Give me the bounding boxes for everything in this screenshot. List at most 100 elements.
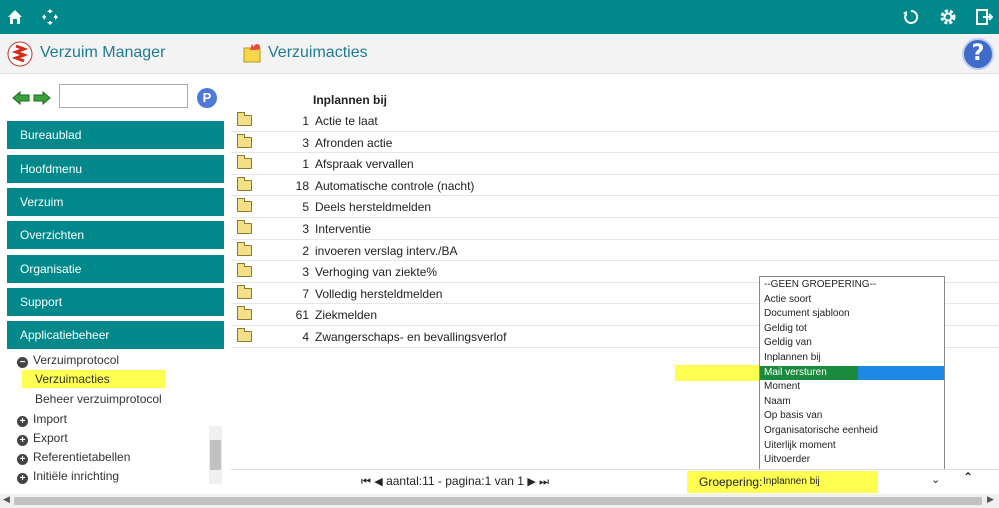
last-page-icon[interactable]: ⏭ (539, 475, 549, 488)
menu-overzichten[interactable]: Overzichten (7, 221, 224, 249)
folder-icon (237, 284, 252, 299)
row-label: Zwangerschaps- en bevallingsverlof (315, 329, 507, 344)
row-label: Automatische controle (nacht) (315, 178, 475, 193)
table-row[interactable]: 1 Afspraak vervallen (231, 153, 999, 175)
dropdown-option[interactable]: Document sjabloon (760, 307, 944, 322)
tree-item-verzuimacties[interactable]: Verzuimacties (22, 370, 165, 388)
row-count: 3 (302, 265, 309, 280)
dropdown-option[interactable]: Geldig tot (760, 322, 944, 337)
help-button[interactable]: ? (962, 38, 994, 70)
main-content: Inplannen bij 1 Actie te laat 3 Afronden a… (231, 74, 999, 486)
page-title: Verzuimacties (268, 44, 368, 61)
row-label: Volledig hersteldmelden (315, 286, 443, 301)
pager-separator: - (437, 474, 442, 488)
tree-item-referentietabellen[interactable]: + Referentietabellen (17, 448, 130, 466)
menu-organisatie[interactable]: Organisatie (7, 255, 224, 283)
row-count: 1 (302, 114, 309, 128)
row-count: 61 (295, 308, 309, 323)
menu-bureaublad[interactable]: Bureaublad (7, 121, 224, 149)
scroll-left-icon[interactable]: ◀ (3, 495, 10, 505)
dropdown-option[interactable]: Uitvoerder (760, 453, 944, 468)
table-row[interactable]: 3 Interventie (231, 218, 999, 240)
logout-icon[interactable] (975, 8, 993, 26)
back-arrow-icon[interactable] (12, 91, 30, 105)
grouping-label: Groepering: (699, 475, 763, 489)
row-count: 5 (302, 200, 309, 215)
expand-icon[interactable]: + (17, 435, 28, 446)
folder-icon (237, 155, 252, 170)
expand-icon[interactable]: + (17, 454, 28, 465)
row-count: 7 (302, 286, 309, 301)
table-row[interactable]: 18 Automatische controle (nacht) (231, 175, 999, 197)
row-label: Ziekmelden (315, 308, 378, 323)
folder-icon (237, 327, 252, 342)
dropdown-option[interactable]: Moment (760, 380, 944, 395)
table-row[interactable]: 2 invoeren verslag interv./BA (231, 240, 999, 262)
menu-verzuim[interactable]: Verzuim (7, 188, 224, 216)
tree-item-label: Import (33, 412, 68, 426)
menu-support[interactable]: Support (7, 288, 224, 316)
table-row[interactable]: 3 Afronden actie (231, 132, 999, 154)
dropdown-option[interactable]: Organisatorische eenheid (760, 424, 944, 439)
tree-item-verzuimprotocol[interactable]: − Verzuimprotocol (17, 351, 119, 369)
home-icon[interactable] (6, 8, 24, 26)
grouping-select[interactable]: Inplannen bij (761, 473, 947, 491)
action-note-icon (243, 44, 261, 63)
horizontal-scrollbar[interactable]: ◀ ▶ (0, 494, 999, 508)
dropdown-option[interactable]: Uiterlijk moment (760, 439, 944, 454)
tree-item-label: Referentietabellen (33, 450, 131, 464)
settings-icon[interactable] (939, 8, 957, 26)
next-page-icon[interactable]: ▶ (527, 475, 535, 488)
grouping-dropdown-list[interactable]: --GEEN GROEPERING-- Actie soort Document… (759, 276, 945, 470)
folder-icon (237, 112, 252, 126)
fullscreen-icon[interactable] (41, 8, 59, 26)
dropdown-option[interactable]: Inplannen bij (760, 351, 944, 366)
row-count: 18 (295, 178, 309, 193)
tree-item-export[interactable]: + Export (17, 429, 68, 447)
page-indicator: pagina:1 van 1 (445, 474, 524, 488)
tree-item-import[interactable]: + Import (17, 410, 67, 428)
scrollbar-thumb[interactable] (14, 497, 982, 505)
table-row[interactable]: 5 Deels hersteldmelden (231, 196, 999, 218)
first-page-icon[interactable]: ⏮ (361, 475, 371, 488)
dropdown-option[interactable]: Geldig van (760, 336, 944, 351)
sidebar-search-input[interactable] (59, 84, 188, 108)
table-row[interactable]: 1 Actie te laat (231, 110, 999, 132)
collapse-up-icon[interactable]: ⌃ (963, 470, 973, 484)
dropdown-option[interactable]: Naam (760, 395, 944, 410)
dropdown-option-selected[interactable]: Mail versturen (760, 365, 944, 381)
row-count: 1 (302, 157, 309, 172)
collapse-icon[interactable]: − (17, 357, 28, 368)
folder-icon (237, 219, 252, 234)
folder-icon (237, 263, 252, 278)
row-label: Actie te laat (315, 114, 378, 128)
row-label: invoeren verslag interv./BA (315, 243, 458, 258)
tree-item-label: Verzuimprotocol (33, 353, 120, 367)
tree-item-label: Initiële inrichting (33, 469, 120, 483)
search-go-button[interactable]: P (197, 88, 217, 108)
tree-item-initiele-inrichting[interactable]: + Initiële inrichting (17, 467, 119, 484)
app-title-bar: Verzuim Manager Verzuimacties ? (0, 34, 999, 74)
row-count: 3 (302, 221, 309, 236)
scrollbar-thumb[interactable] (210, 440, 221, 470)
forward-arrow-icon[interactable] (33, 91, 51, 105)
sidebar-scrollbar[interactable] (209, 426, 222, 484)
top-toolbar (0, 0, 999, 34)
menu-applicatiebeheer[interactable]: Applicatiebeheer (7, 321, 224, 349)
prev-page-icon[interactable]: ◀ (374, 475, 382, 488)
dropdown-option[interactable]: Op basis van (760, 409, 944, 424)
refresh-icon[interactable] (902, 8, 920, 26)
menu-hoofdmenu[interactable]: Hoofdmenu (7, 155, 224, 183)
scroll-right-icon[interactable]: ▶ (987, 495, 994, 505)
tree-item-beheer-verzuimprotocol[interactable]: Beheer verzuimprotocol (35, 390, 162, 408)
expand-icon[interactable]: + (17, 416, 28, 427)
dropdown-option[interactable]: --GEEN GROEPERING-- (760, 278, 944, 293)
column-header: Inplannen bij (313, 93, 387, 107)
dropdown-option-label: Mail versturen (764, 366, 827, 378)
chevron-down-icon[interactable]: ⌄ (931, 473, 940, 486)
app-title: Verzuim Manager (40, 44, 166, 61)
dropdown-option[interactable]: Actie soort (760, 293, 944, 308)
expand-icon[interactable]: + (17, 473, 28, 484)
row-count: 2 (302, 243, 309, 258)
record-count: aantal:11 (386, 474, 435, 488)
